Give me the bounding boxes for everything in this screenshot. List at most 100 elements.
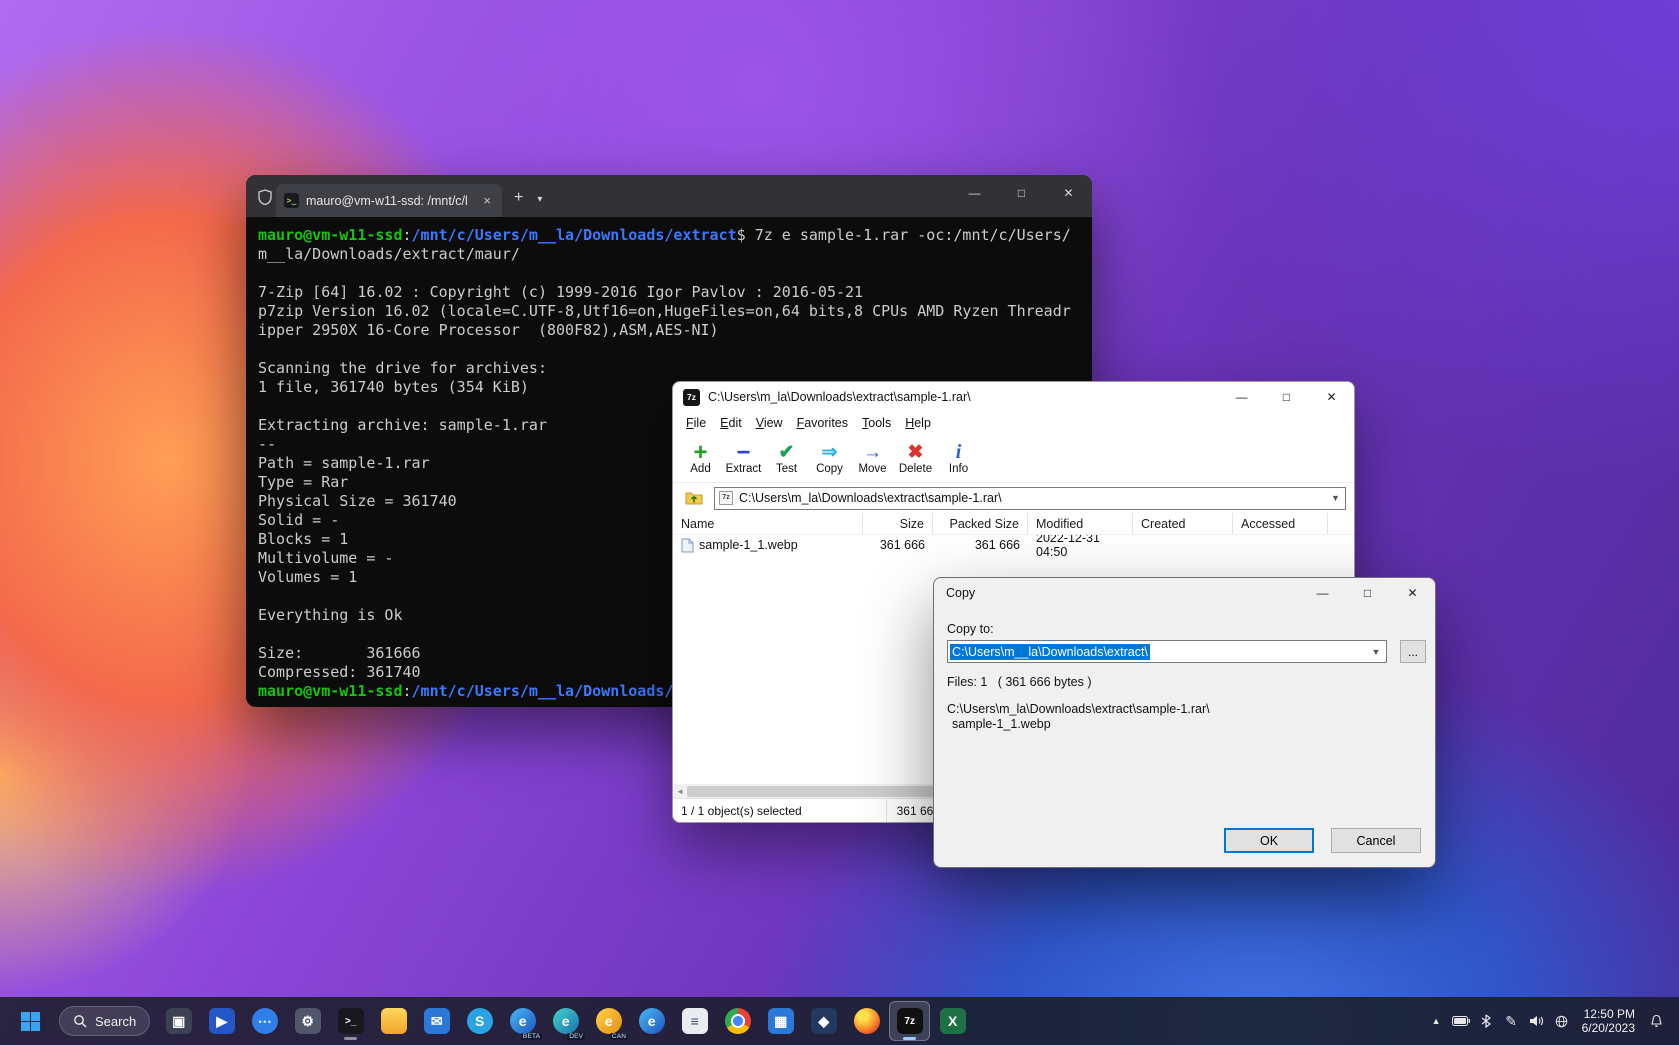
- header-modified[interactable]: Modified: [1028, 513, 1133, 534]
- address-dropdown-icon[interactable]: ▼: [1326, 493, 1345, 503]
- extract-icon: −: [736, 442, 750, 463]
- copy-to-label: Copy to:: [947, 622, 994, 636]
- folder-up-button[interactable]: [681, 486, 707, 510]
- menu-favorites[interactable]: Favorites: [790, 414, 855, 432]
- test-icon: ✔: [779, 442, 795, 463]
- settings-icon[interactable]: ⚙: [287, 1001, 328, 1041]
- browse-button[interactable]: ...: [1400, 640, 1426, 663]
- sevenzip-maximize-button[interactable]: □: [1264, 382, 1309, 412]
- archive-file-icon: 7z: [719, 491, 733, 505]
- terminal-icon[interactable]: >_: [330, 1001, 371, 1041]
- copy-to-value[interactable]: C:\Users\m__la\Downloads\extract\: [950, 644, 1150, 660]
- menu-tools[interactable]: Tools: [855, 414, 898, 432]
- menu-edit[interactable]: Edit: [713, 414, 749, 432]
- menu-help[interactable]: Help: [898, 414, 938, 432]
- move-icon: →: [863, 442, 882, 463]
- prompt-separator: :: [403, 682, 412, 700]
- toolbar-info-button[interactable]: i Info: [937, 435, 980, 482]
- prompt-separator: :: [403, 226, 412, 244]
- volume-icon[interactable]: [1524, 1004, 1549, 1038]
- dev-tools-icon[interactable]: ◆: [803, 1001, 844, 1041]
- files-summary: Files: 1 ( 361 666 bytes ): [947, 675, 1092, 689]
- battery-icon[interactable]: [1449, 1004, 1474, 1038]
- tab-dropdown-icon[interactable]: ▾: [533, 194, 552, 217]
- taskbar: Search ▣▶⋯⚙>_ ✉SeBETAeDEVeCANe≡ ▦◆ 7zX ▲ ✎ …: [0, 997, 1679, 1045]
- prompt-user: mauro@vm-w11-ssd: [258, 682, 403, 700]
- scroll-left-icon[interactable]: ◄: [673, 787, 687, 796]
- sevenzip-window-title: C:\Users\m_la\Downloads\extract\sample-1…: [708, 390, 971, 404]
- pen-icon[interactable]: ✎: [1499, 1004, 1524, 1038]
- toolbar-copy-button[interactable]: ⇒ Copy: [808, 435, 851, 482]
- sevenzip-titlebar[interactable]: 7z C:\Users\m_la\Downloads\extract\sampl…: [673, 382, 1354, 412]
- terminal-titlebar[interactable]: >_ mauro@vm-w11-ssd: /mnt/c/l × + ▾ — □ …: [246, 175, 1092, 217]
- address-path: C:\Users\m_la\Downloads\extract\sample-1…: [739, 491, 1002, 505]
- dialog-close-button[interactable]: ✕: [1390, 578, 1435, 608]
- sevenzip-addressbar: 7z C:\Users\m_la\Downloads\extract\sampl…: [673, 483, 1354, 513]
- taskbar-app-icons: ▣▶⋯⚙>_ ✉SeBETAeDEVeCANe≡ ▦◆ 7zX: [158, 1001, 973, 1041]
- copy-to-dropdown-icon[interactable]: ▼: [1366, 647, 1386, 657]
- notepad-icon[interactable]: ≡: [674, 1001, 715, 1041]
- photos-icon[interactable]: ▣: [158, 1001, 199, 1041]
- menu-view[interactable]: View: [749, 414, 790, 432]
- edge-canary-icon[interactable]: eCAN: [588, 1001, 629, 1041]
- system-tray: ▲ ✎ 12:50 PM 6/20/2023: [1424, 1004, 1669, 1038]
- folder-up-icon: [685, 491, 703, 505]
- cancel-button[interactable]: Cancel: [1331, 828, 1421, 853]
- firefox-icon[interactable]: [846, 1001, 887, 1041]
- header-name[interactable]: Name: [673, 513, 863, 534]
- desktop: >_ mauro@vm-w11-ssd: /mnt/c/l × + ▾ — □ …: [0, 0, 1679, 1045]
- new-tab-button[interactable]: +: [502, 189, 533, 217]
- terminal-caption-buttons: — □ ✕: [951, 175, 1092, 211]
- ok-button[interactable]: OK: [1224, 828, 1314, 853]
- skype-icon[interactable]: S: [459, 1001, 500, 1041]
- hidden-icons-chevron[interactable]: ▲: [1424, 1004, 1449, 1038]
- terminal-close-button[interactable]: ✕: [1045, 175, 1092, 211]
- dialog-minimize-button[interactable]: —: [1300, 578, 1345, 608]
- file-row[interactable]: sample-1_1.webp 361 666 361 666 2022-12-…: [673, 535, 1354, 555]
- movies-tv-icon[interactable]: ▶: [201, 1001, 242, 1041]
- edge-dev-icon[interactable]: eDEV: [545, 1001, 586, 1041]
- edge-beta-icon[interactable]: eBETA: [502, 1001, 543, 1041]
- store-icon[interactable]: ▦: [760, 1001, 801, 1041]
- taskbar-clock[interactable]: 12:50 PM 6/20/2023: [1582, 1007, 1635, 1036]
- header-packed-size[interactable]: Packed Size: [933, 513, 1028, 534]
- toolbar-move-button[interactable]: → Move: [851, 435, 894, 482]
- start-button[interactable]: [10, 1001, 51, 1041]
- file-explorer-icon[interactable]: [373, 1001, 414, 1041]
- toolbar-extract-button[interactable]: − Extract: [722, 435, 765, 482]
- bluetooth-icon[interactable]: [1474, 1004, 1499, 1038]
- notification-bell-icon[interactable]: [1644, 1004, 1669, 1038]
- seven-zip-icon[interactable]: 7z: [889, 1001, 930, 1041]
- file-list-headers: Name Size Packed Size Modified Created A…: [673, 513, 1354, 535]
- add-icon: +: [693, 442, 707, 463]
- toolbar-add-button[interactable]: + Add: [679, 435, 722, 482]
- toolbar-delete-button[interactable]: ✖ Delete: [894, 435, 937, 482]
- terminal-tab[interactable]: >_ mauro@vm-w11-ssd: /mnt/c/l ×: [276, 184, 502, 217]
- mail-icon[interactable]: ✉: [416, 1001, 457, 1041]
- terminal-minimize-button[interactable]: —: [951, 175, 998, 211]
- edge-beta-icon-badge: BETA: [521, 1033, 542, 1040]
- copy-to-combobox[interactable]: C:\Users\m__la\Downloads\extract\ ▼: [947, 640, 1387, 663]
- address-combobox[interactable]: 7z C:\Users\m_la\Downloads\extract\sampl…: [714, 487, 1346, 510]
- toolbar-test-button[interactable]: ✔ Test: [765, 435, 808, 482]
- chat-icon[interactable]: ⋯: [244, 1001, 285, 1041]
- menu-file[interactable]: File: [679, 414, 713, 432]
- chrome-icon[interactable]: [717, 1001, 758, 1041]
- header-accessed[interactable]: Accessed: [1233, 513, 1328, 534]
- clock-time: 12:50 PM: [1582, 1007, 1635, 1022]
- sevenzip-close-button[interactable]: ✕: [1309, 382, 1354, 412]
- terminal-maximize-button[interactable]: □: [998, 175, 1045, 211]
- tab-close-icon[interactable]: ×: [480, 193, 494, 208]
- sevenzip-menubar: File Edit View Favorites Tools Help: [673, 412, 1354, 434]
- header-created[interactable]: Created: [1133, 513, 1233, 534]
- dialog-maximize-button[interactable]: □: [1345, 578, 1390, 608]
- excel-icon[interactable]: X: [932, 1001, 973, 1041]
- search-box[interactable]: Search: [59, 1006, 150, 1036]
- delete-icon: ✖: [908, 442, 924, 463]
- copy-dialog-titlebar[interactable]: Copy — □ ✕: [934, 578, 1435, 608]
- edge-icon[interactable]: e: [631, 1001, 672, 1041]
- source-archive-path: C:\Users\m_la\Downloads\extract\sample-1…: [947, 702, 1210, 716]
- header-size[interactable]: Size: [863, 513, 933, 534]
- sevenzip-minimize-button[interactable]: —: [1219, 382, 1264, 412]
- network-icon[interactable]: [1549, 1004, 1574, 1038]
